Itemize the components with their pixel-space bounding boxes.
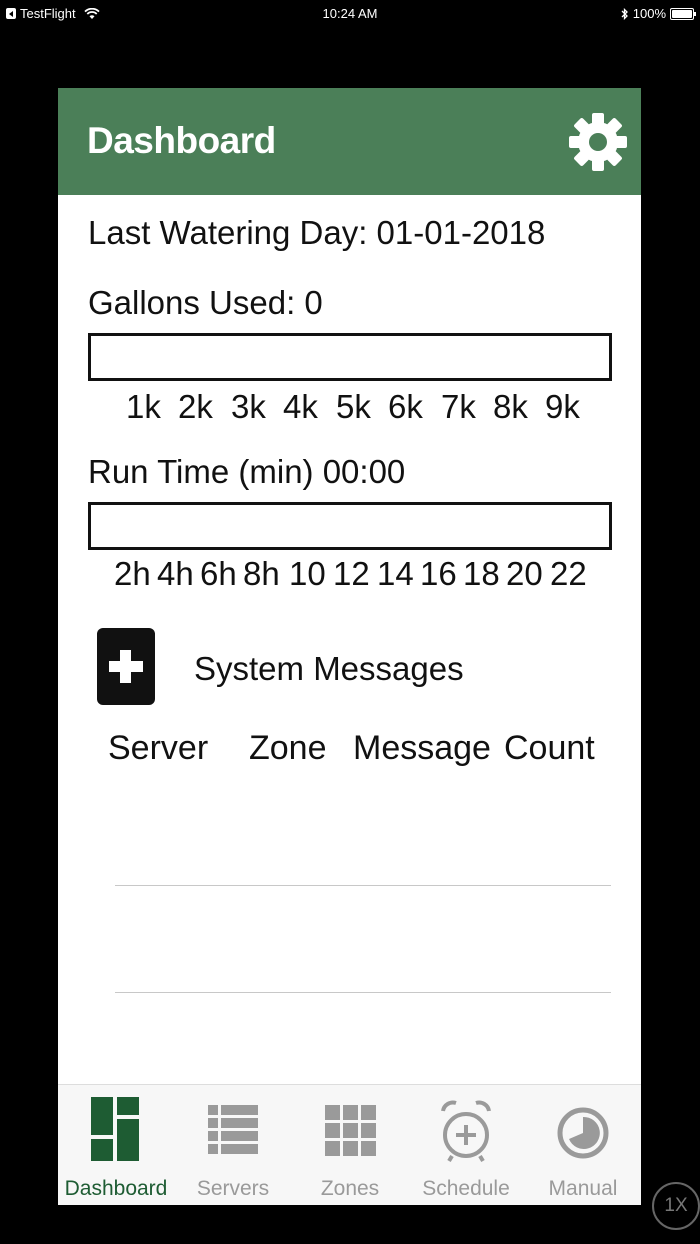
scale-tick: 1k (126, 388, 161, 425)
scale-tick: 8k (493, 388, 528, 425)
scale-tick: 6h (200, 555, 237, 592)
scale-tick: 4k (283, 388, 318, 425)
run-time-progress-bar (88, 502, 612, 550)
tab-label-manual: Manual (548, 1177, 618, 1200)
battery-percent: 100% (632, 6, 666, 21)
manual-icon (557, 1107, 609, 1159)
scale-tick: 7k (441, 388, 476, 425)
add-message-button[interactable] (97, 628, 155, 705)
bluetooth-icon (621, 7, 628, 20)
tab-label-zones: Zones (320, 1177, 380, 1200)
tab-bar: Dashboard Servers Zones Schedule Manual (58, 1084, 641, 1205)
tab-dashboard[interactable]: Dashboard (58, 1085, 174, 1205)
schedule-icon (441, 1100, 491, 1163)
scale-tick: 10 (289, 555, 326, 592)
column-header-server: Server (108, 729, 209, 767)
tab-servers[interactable]: Servers (175, 1085, 291, 1205)
run-time-scale: 2h 4h 6h 8h 10 12 14 16 18 20 22 (88, 555, 612, 595)
scale-tick: 9k (545, 388, 580, 425)
app-window: Dashboard Last Watering Day: 01-01-2018 … (58, 88, 641, 1205)
dashboard-icon (91, 1097, 139, 1161)
scale-tick: 12 (333, 555, 370, 592)
scale-tick: 8h (243, 555, 280, 592)
column-header-zone: Zone (249, 729, 327, 767)
gallons-progress-bar (88, 333, 612, 381)
status-bar: TestFlight 10:24 AM 100% (0, 0, 700, 28)
tab-label-schedule: Schedule (422, 1177, 510, 1200)
column-header-message: Message (353, 729, 491, 767)
tab-zones[interactable]: Zones (292, 1085, 408, 1205)
status-bar-right: 100% (621, 6, 696, 21)
battery-icon (670, 7, 696, 20)
last-watering-day: Last Watering Day: 01-01-2018 (88, 214, 546, 251)
scale-tick: 18 (463, 555, 500, 592)
scale-tick: 20 (506, 555, 543, 592)
table-row-divider (115, 885, 611, 886)
page-title: Dashboard (87, 120, 276, 161)
run-time-label: Run Time (min) 00:00 (88, 453, 406, 490)
scale-tick: 5k (336, 388, 371, 425)
scale-tick: 22 (550, 555, 587, 592)
status-time: 10:24 AM (322, 6, 378, 21)
nav-header: Dashboard (58, 88, 641, 195)
column-header-count: Count (504, 729, 595, 767)
scale-tick: 3k (231, 388, 266, 425)
table-row-divider (115, 992, 611, 993)
servers-icon (208, 1105, 258, 1154)
gear-icon[interactable] (568, 112, 628, 172)
scale-tick: 4h (157, 555, 194, 592)
scale-tick: 14 (377, 555, 414, 592)
gallons-used-label: Gallons Used: 0 (88, 284, 323, 321)
tab-label-servers: Servers (196, 1177, 270, 1200)
zones-icon (325, 1105, 376, 1156)
tab-label-dashboard: Dashboard (64, 1177, 168, 1200)
gallons-scale: 1k 2k 3k 4k 5k 6k 7k 8k 9k (88, 388, 612, 428)
scale-tick: 16 (420, 555, 457, 592)
system-messages-title: System Messages (194, 650, 464, 687)
scale-tick: 2k (178, 388, 213, 425)
zoom-badge[interactable]: 1X (652, 1182, 700, 1230)
tab-schedule[interactable]: Schedule (408, 1085, 524, 1205)
scale-tick: 6k (388, 388, 423, 425)
tab-manual[interactable]: Manual (525, 1085, 641, 1205)
scale-tick: 2h (114, 555, 151, 592)
